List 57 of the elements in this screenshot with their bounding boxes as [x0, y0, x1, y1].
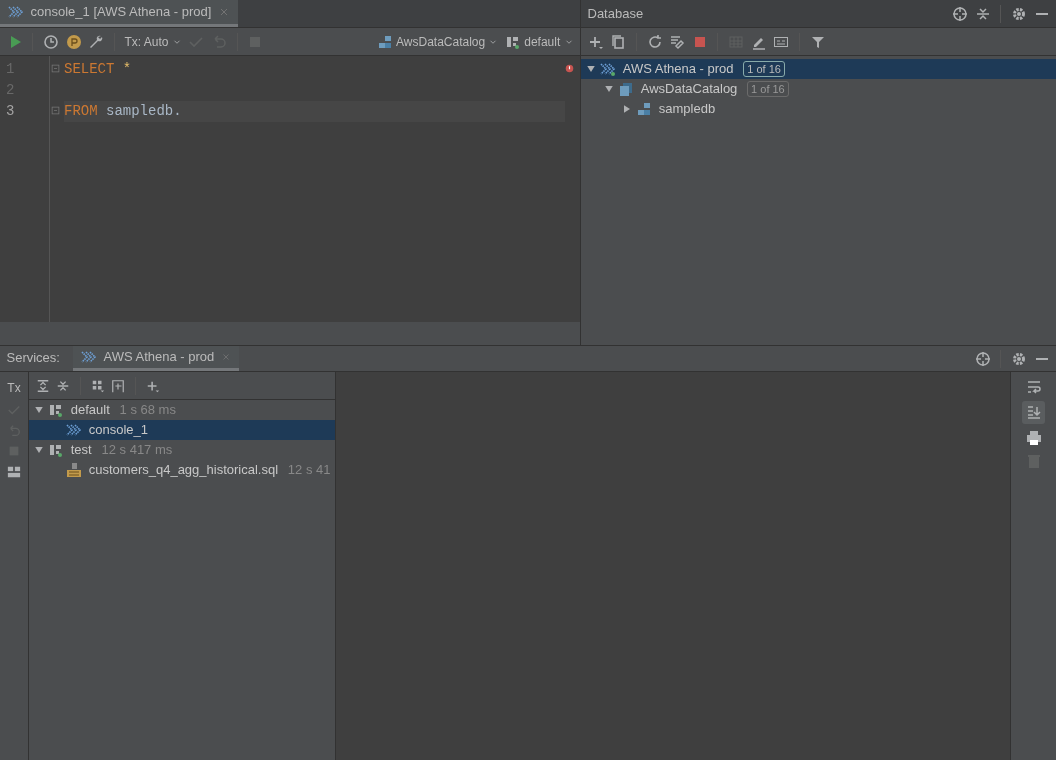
code-line: FROM sampledb. — [64, 102, 182, 122]
schema-icon — [636, 101, 653, 118]
duration-text: 12 s 41 — [287, 461, 331, 479]
wrench-icon[interactable] — [88, 33, 104, 50]
settings-icon[interactable] — [1011, 5, 1027, 22]
services-tab[interactable]: AWS Athena - prod — [72, 346, 239, 371]
soft-wrap-icon[interactable] — [1025, 378, 1042, 395]
locate-icon[interactable] — [952, 5, 968, 22]
tree-item-label: AwsDataCatalog — [640, 80, 738, 99]
session-icon — [48, 442, 65, 458]
console-icon — [66, 422, 83, 438]
copy-icon[interactable] — [610, 33, 626, 50]
sql-file-icon — [66, 462, 83, 478]
count-label: 1 of 16 — [747, 81, 789, 98]
console-icon — [8, 3, 24, 20]
session-icon — [48, 402, 65, 418]
locate-icon[interactable] — [974, 350, 991, 367]
tree-item-label: test — [70, 441, 92, 459]
tree-row[interactable]: AwsDataCatalog 1 of 16 — [581, 79, 1056, 100]
tree-row[interactable]: sampledb — [581, 99, 1056, 120]
editor-tab[interactable]: console_1 [AWS Athena - prod] — [0, 0, 238, 27]
code-line: SELECT * — [64, 60, 132, 80]
layout-icon[interactable] — [7, 464, 21, 479]
tree-item-label: sampledb — [658, 100, 716, 119]
count-label: 1 of 16 — [743, 61, 785, 78]
tree-item-label: console_1 — [88, 421, 149, 439]
scroll-to-end-icon[interactable] — [1025, 404, 1042, 421]
history-icon[interactable] — [43, 33, 59, 50]
refresh-icon[interactable] — [646, 33, 663, 50]
transaction-button[interactable]: Tx — [7, 378, 21, 397]
tree-row[interactable]: customers_q4_agg_historical.sql 12 s 41 — [29, 460, 335, 480]
properties-icon[interactable] — [669, 33, 685, 50]
schema-icon — [376, 33, 393, 50]
tree-item-label: customers_q4_agg_historical.sql — [88, 461, 279, 479]
console-icon — [80, 349, 97, 365]
tree-item-label: AWS Athena - prod — [622, 60, 734, 79]
tree-row[interactable]: console_1 — [29, 420, 335, 440]
tree-item-label: default — [70, 401, 110, 419]
database-connection-icon — [600, 61, 617, 78]
collapse-all-icon[interactable] — [56, 378, 70, 393]
catalog-dropdown[interactable]: AwsDataCatalog — [376, 33, 499, 50]
panel-title: Database — [587, 4, 644, 23]
fold-marker-icon[interactable] — [51, 106, 63, 118]
settings-icon[interactable] — [1011, 350, 1027, 367]
group-icon[interactable] — [90, 378, 105, 393]
expand-all-icon[interactable] — [35, 378, 50, 393]
print-icon[interactable] — [1025, 430, 1042, 446]
panel-title: Services: — [6, 349, 60, 368]
fold-marker-icon[interactable] — [51, 64, 63, 76]
p-icon[interactable] — [65, 33, 82, 50]
schema-dropdown[interactable]: default — [504, 33, 574, 50]
catalog-icon — [618, 81, 635, 98]
line-number: 3 — [5, 102, 16, 122]
transaction-mode-dropdown[interactable]: Tx: Auto — [124, 36, 182, 47]
add-group-icon[interactable] — [111, 378, 125, 393]
tree-row[interactable]: AWS Athena - prod 1 of 16 — [581, 59, 1056, 80]
collapse-icon[interactable] — [974, 5, 991, 22]
